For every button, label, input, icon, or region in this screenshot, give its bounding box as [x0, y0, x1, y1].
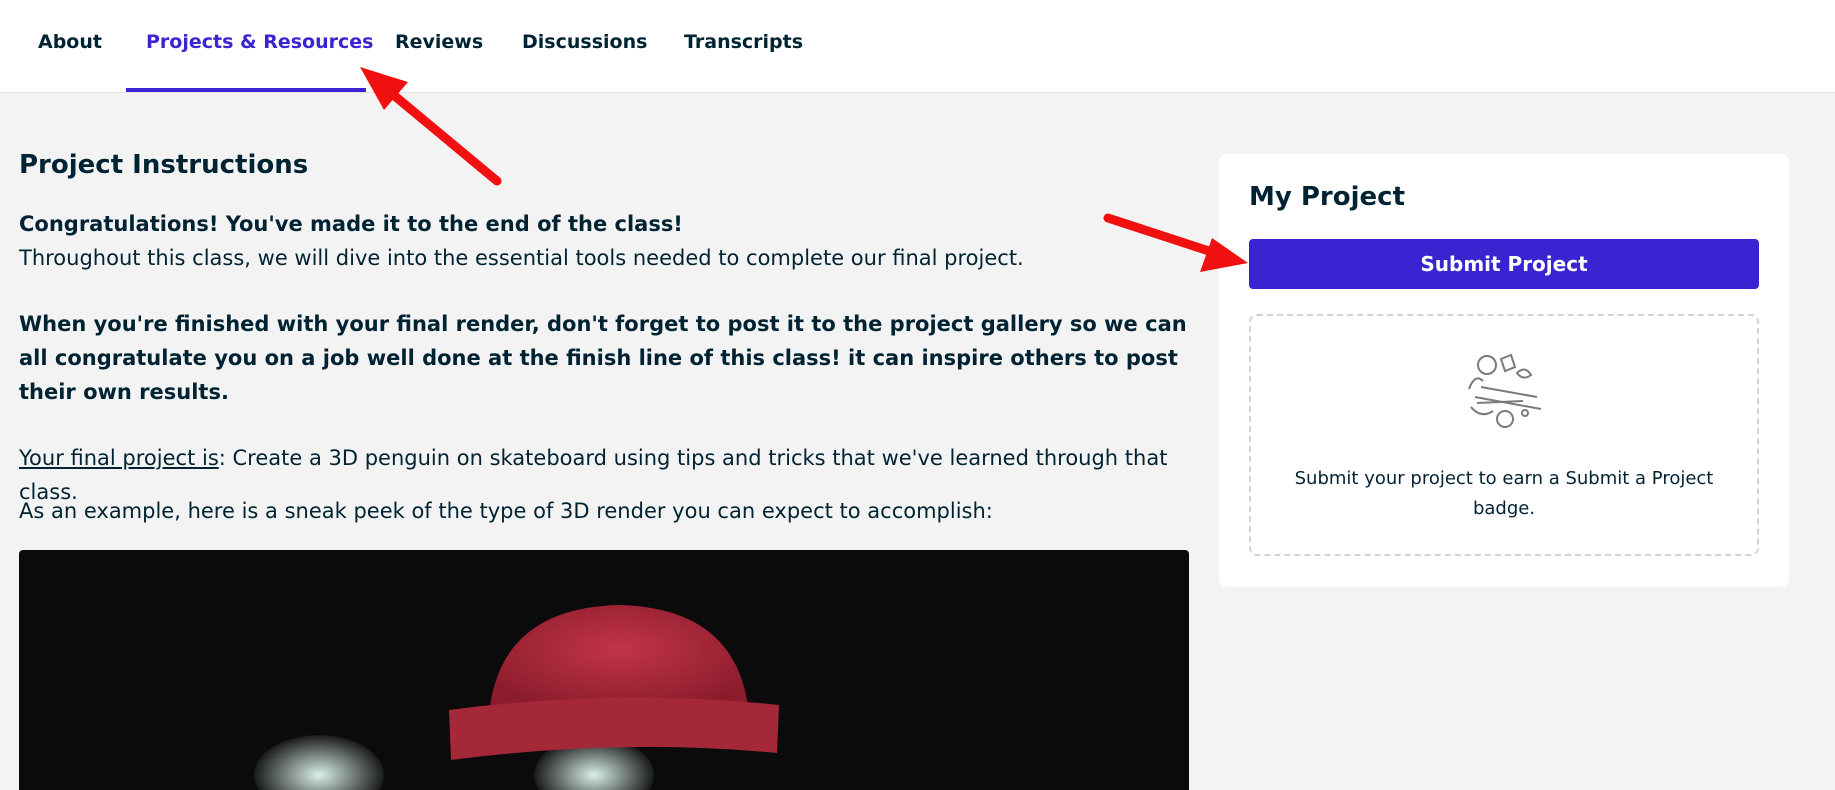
active-tab-indicator: [126, 88, 366, 92]
tab-transcripts[interactable]: Transcripts: [684, 0, 803, 92]
tab-reviews[interactable]: Reviews: [395, 0, 483, 92]
dropzone-message: Submit your project to earn a Submit a P…: [1294, 468, 1714, 519]
example-render-image: [19, 550, 1189, 790]
tab-about[interactable]: About: [38, 0, 102, 92]
tab-discussions[interactable]: Discussions: [522, 0, 647, 92]
tab-projects-resources[interactable]: Projects & Resources: [146, 0, 373, 92]
project-dropzone: Submit your project to earn a Submit a P…: [1249, 314, 1759, 556]
shapes-illustration-icon: [1468, 353, 1542, 428]
page-title: Project Instructions: [19, 150, 309, 180]
submit-project-button[interactable]: Submit Project: [1249, 239, 1759, 289]
example-text: As an example, here is a sneak peek of t…: [19, 499, 993, 523]
my-project-card: My Project Submit Project Submit your pr…: [1219, 154, 1789, 587]
top-nav: About Projects & Resources Reviews Discu…: [0, 0, 1835, 93]
intro-text: Throughout this class, we will dive into…: [19, 246, 1024, 270]
penguin-render: [254, 605, 779, 790]
reminder-text: When you're finished with your final ren…: [19, 312, 1187, 404]
final-project-label: Your final project is: [19, 446, 219, 470]
congrats-text: Congratulations! You've made it to the e…: [19, 212, 683, 236]
my-project-title: My Project: [1249, 182, 1405, 212]
